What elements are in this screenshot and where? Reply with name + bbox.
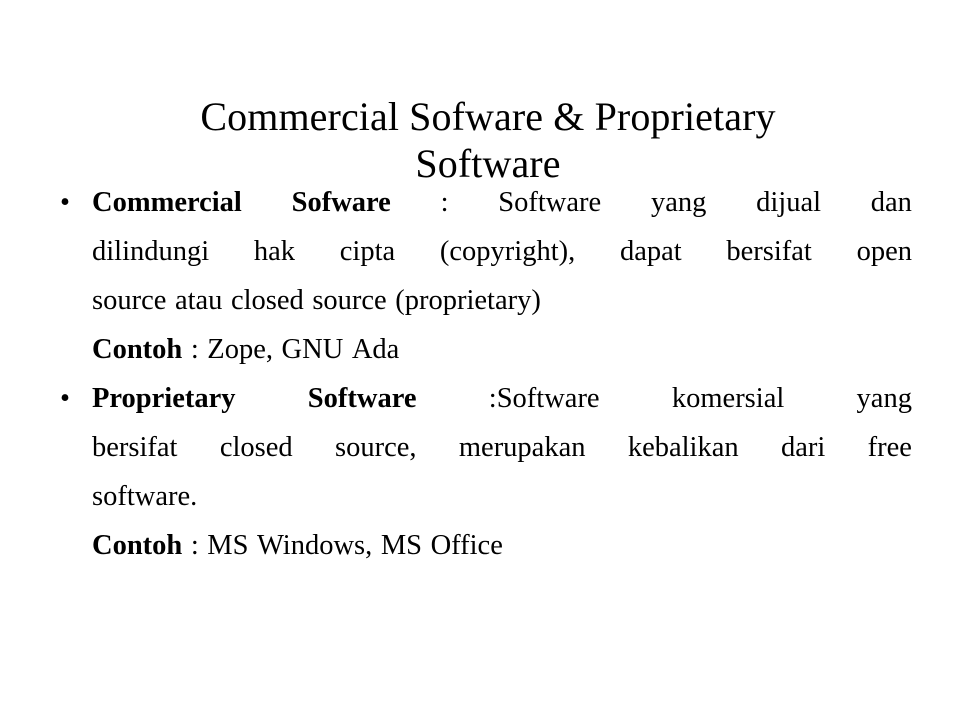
text-line: Contoh: MS Windows, MS Office [92,521,912,570]
word: (proprietary) [395,285,541,316]
word: closed [219,432,293,463]
word: : [440,187,449,218]
word: kebalikan [627,432,739,463]
page-title: Commercial Sofware & Proprietary Softwar… [60,93,916,187]
text-line: Commercial Sofware: Software yang dijual dan [92,178,912,227]
word: dilindungi [92,236,210,267]
word: : [190,530,199,561]
bullet-paragraph: • Commercial Sofware: Software yang dijual dan… [52,178,912,325]
word: Office [430,530,503,561]
slide-canvas: Commercial Sofware & Proprietary Softwar… [0,0,960,720]
bold-word: Contoh [92,530,183,561]
text-line: software. [92,472,912,521]
text-line: dilindungi hak cipta (copyright), dapat bersi… [92,227,912,276]
word: yang [650,187,707,218]
slide-body: • Commercial Sofware: Software yang dijual dan… [52,178,912,570]
word: cipta [339,236,396,267]
word: closed [230,285,304,316]
example-line: Contoh: MS Windows, MS Office [52,521,912,570]
word: atau [174,285,223,316]
word: : [190,334,199,365]
text-line: Contoh: Zope, GNU Ada [92,325,912,374]
word: source [312,285,387,316]
word: MS [380,530,423,561]
title-line-1: Commercial Sofware & Proprietary [200,93,776,139]
word: source [92,285,167,316]
word: bersifat [726,236,812,267]
text-line: Proprietary Software :Software komersial yan… [92,374,912,423]
word: Zope, [207,334,273,365]
word: source, [335,432,417,463]
bold-word: Sofware [291,187,391,218]
bold-word: Proprietary [92,383,236,414]
word: (copyright), [439,236,576,267]
word: hak [253,236,296,267]
example-line: Contoh: Zope, GNU Ada [52,325,912,374]
word: dijual [756,187,822,218]
word: free [867,432,912,463]
bullet-paragraph: • Proprietary Software:Software komersial ya… [52,374,912,521]
word: dapat [619,236,682,267]
word: dan [870,187,912,218]
word: GNU [281,334,344,365]
word: MS [207,530,249,561]
text-line: source atau closed source (proprietary) [92,276,912,325]
text-line: bersifat closed source, merupakan kebalikan d… [92,423,912,472]
word: Windows, [257,530,373,561]
word: software. [92,481,198,512]
word: Software [498,187,602,218]
word: yang [856,383,912,414]
word: komersial [671,383,785,414]
bold-word: Commercial [92,187,242,218]
word: dari [781,432,826,463]
word: bersifat [92,432,178,463]
word: Ada [351,334,400,365]
word: :Software [488,383,600,414]
word: merupakan [458,432,586,463]
bold-word: Software [307,383,417,414]
bold-word: Contoh [92,334,183,365]
word: open [856,236,912,267]
